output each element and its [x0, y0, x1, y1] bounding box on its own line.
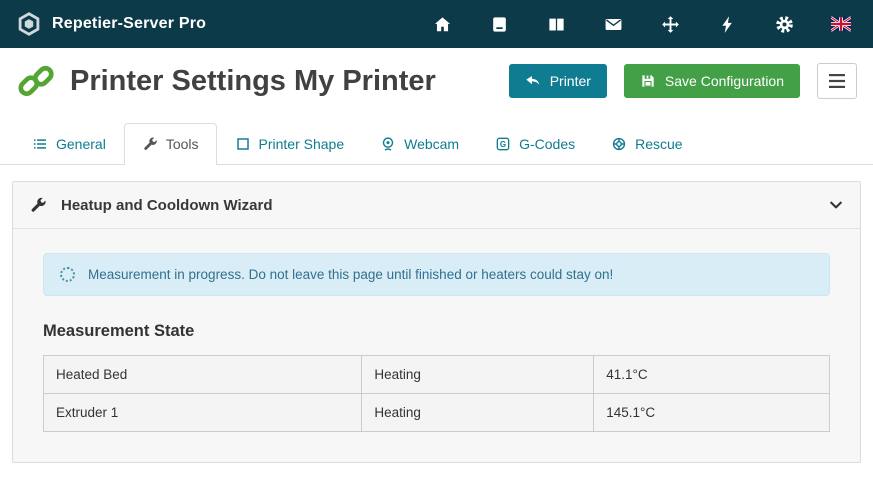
- tab-webcam-label: Webcam: [404, 136, 459, 152]
- menu-button[interactable]: [817, 63, 857, 99]
- mail-icon[interactable]: [603, 14, 623, 34]
- tab-webcam[interactable]: Webcam: [362, 123, 477, 164]
- table-cell-temperature: 41.1°C: [594, 356, 830, 394]
- save-configuration-button[interactable]: Save Configuration: [624, 64, 800, 98]
- table-row: Heated Bed Heating 41.1°C: [44, 356, 830, 394]
- page-title: Printer Settings My Printer: [70, 65, 436, 98]
- printer-button-label: Printer: [550, 73, 591, 89]
- tab-rescue-label: Rescue: [635, 136, 682, 152]
- tab-tools[interactable]: Tools: [124, 123, 217, 165]
- chain-link-icon: [16, 61, 56, 101]
- list-icon: [32, 136, 48, 152]
- gcode-icon: G: [495, 136, 511, 152]
- wrench-icon: [142, 136, 158, 152]
- page-header: Printer Settings My Printer Printer Save…: [0, 48, 873, 113]
- webcam-icon: [380, 136, 396, 152]
- measurement-progress-alert: Measurement in progress. Do not leave th…: [43, 253, 830, 296]
- table-cell-device: Extruder 1: [44, 394, 362, 432]
- navbar: Repetier-Server Pro: [0, 0, 873, 48]
- tab-tools-label: Tools: [166, 136, 199, 152]
- hamburger-icon: [829, 74, 845, 88]
- table-cell-state: Heating: [362, 356, 594, 394]
- table-cell-temperature: 145.1°C: [594, 394, 830, 432]
- gear-icon[interactable]: [774, 14, 794, 34]
- header-actions: Printer Save Configuration: [509, 63, 857, 99]
- tab-bar: General Tools Printer Shape Webcam G G-C…: [0, 113, 873, 165]
- book-icon[interactable]: [546, 14, 566, 34]
- measurement-state-table: Heated Bed Heating 41.1°C Extruder 1 Hea…: [43, 355, 830, 432]
- table-row: Extruder 1 Heating 145.1°C: [44, 394, 830, 432]
- save-icon: [640, 73, 656, 89]
- tab-printer-shape-label: Printer Shape: [259, 136, 345, 152]
- table-cell-state: Heating: [362, 394, 594, 432]
- panel-header[interactable]: Heatup and Cooldown Wizard: [13, 182, 860, 229]
- tab-general[interactable]: General: [14, 123, 124, 164]
- table-cell-device: Heated Bed: [44, 356, 362, 394]
- panel-title: Heatup and Cooldown Wizard: [61, 197, 273, 214]
- brand-title: Repetier-Server Pro: [52, 15, 206, 33]
- rescue-icon: [611, 136, 627, 152]
- chevron-down-icon[interactable]: [828, 197, 844, 213]
- repetier-logo-icon: [16, 11, 42, 37]
- expand-arrows-icon[interactable]: [660, 14, 680, 34]
- alert-text: Measurement in progress. Do not leave th…: [88, 267, 613, 282]
- home-icon[interactable]: [432, 14, 452, 34]
- spinner-icon: [60, 267, 75, 282]
- panel-body: Measurement in progress. Do not leave th…: [13, 229, 860, 462]
- back-arrow-icon: [525, 73, 541, 89]
- bolt-icon[interactable]: [717, 14, 737, 34]
- heatup-wizard-panel: Heatup and Cooldown Wizard Measurement i…: [12, 181, 861, 463]
- save-configuration-label: Save Configuration: [665, 73, 784, 89]
- shape-icon: [235, 136, 251, 152]
- printer-icon[interactable]: [489, 14, 509, 34]
- tab-printer-shape[interactable]: Printer Shape: [217, 123, 363, 164]
- tab-general-label: General: [56, 136, 106, 152]
- svg-text:G: G: [500, 140, 506, 149]
- navbar-icons: [432, 14, 857, 34]
- measurement-state-heading: Measurement State: [43, 322, 830, 341]
- tools-icon: [29, 196, 47, 214]
- language-flag-icon[interactable]: [831, 14, 851, 34]
- tab-gcodes[interactable]: G G-Codes: [477, 123, 593, 164]
- tab-gcodes-label: G-Codes: [519, 136, 575, 152]
- printer-button[interactable]: Printer: [509, 64, 607, 98]
- tab-rescue[interactable]: Rescue: [593, 123, 700, 164]
